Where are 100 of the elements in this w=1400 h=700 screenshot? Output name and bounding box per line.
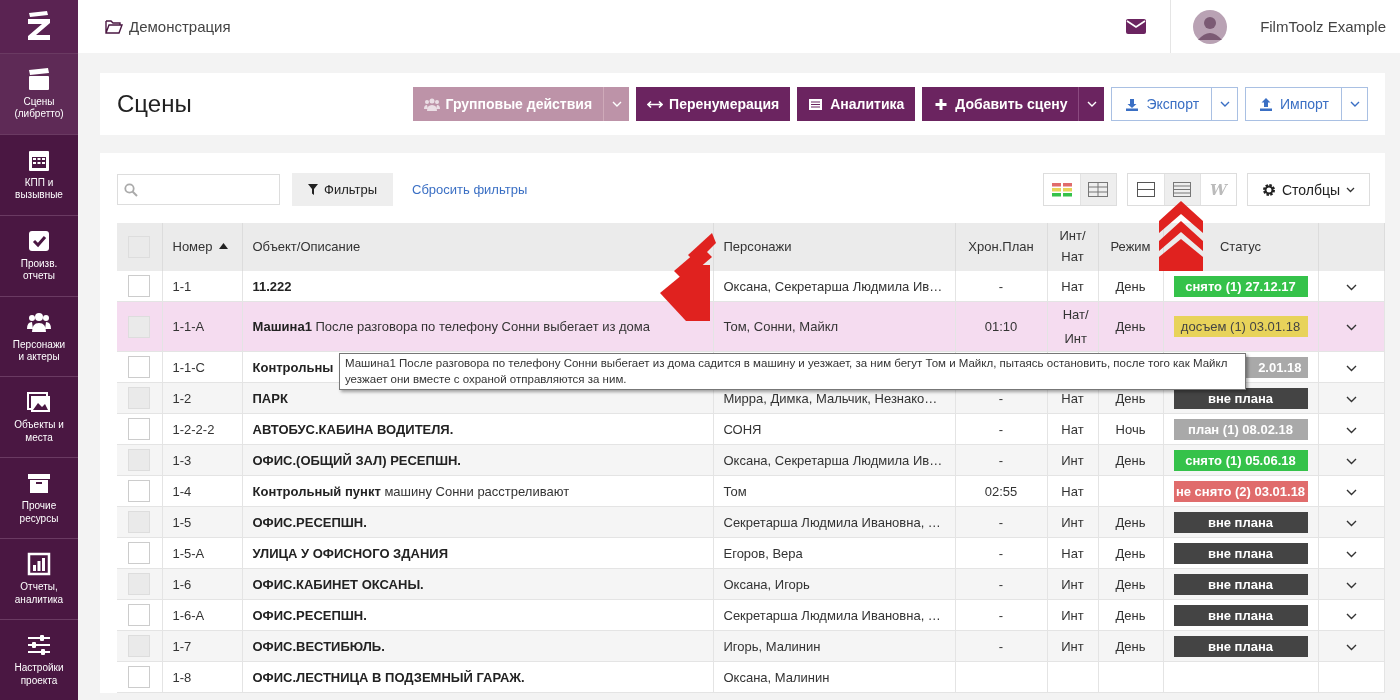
scene-number: 1-1-A (172, 319, 205, 334)
expand-caret-icon[interactable] (1345, 426, 1357, 434)
project-link[interactable]: Демонстрация (105, 18, 231, 35)
row-checkbox[interactable] (128, 635, 150, 657)
sidebar-item[interactable]: Отчеты, аналитика (0, 538, 78, 620)
int-ext-text: Нат/ Инт (1061, 306, 1090, 348)
avatar-icon[interactable] (1193, 9, 1228, 44)
expand-caret-icon[interactable] (1345, 643, 1357, 651)
sidebar-item[interactable]: Персонажи и актеры (0, 295, 78, 377)
folder-icon (105, 19, 123, 34)
sort-up-icon[interactable] (218, 242, 228, 249)
status-badge: вне плана (1173, 511, 1308, 533)
scene-description: ПАРК (252, 390, 288, 406)
expand-caret-icon[interactable] (1345, 488, 1357, 496)
columns-button[interactable]: Столбцы (1246, 173, 1370, 206)
expand-caret-icon[interactable] (1345, 519, 1357, 527)
sidebar-item[interactable]: Объекты и места (0, 376, 78, 458)
duration-text: - (998, 607, 1004, 623)
characters-text: Игорь, Малинин (723, 638, 821, 654)
table-view-button[interactable] (1079, 174, 1116, 205)
search-field[interactable] (117, 174, 280, 205)
scene-number: 1-5 (172, 514, 192, 530)
scene-description: АВТОБУС.КАБИНА ВОДИТЕЛЯ. (252, 421, 454, 437)
expand-caret-icon[interactable] (1345, 581, 1357, 589)
renumber-button[interactable]: Перенумерация (636, 87, 791, 121)
table-row[interactable]: 1-6 ОФИС.КАБИНЕТ ОКСАНЫ. Оксана, Игорь - Инт День вне плана (117, 568, 1385, 600)
int-ext-text: Нат (1061, 421, 1084, 437)
row-checkbox[interactable] (128, 449, 150, 471)
status-badge: не снято (2) 03.01.18 (1173, 480, 1308, 502)
status-badge: снято (1) 05.06.18 (1173, 449, 1308, 471)
row-checkbox[interactable] (128, 604, 150, 626)
column-header[interactable]: Объект/Описание (252, 236, 361, 258)
scene-description: Машина1 После разговора по телефону Сонни выбегает из дома (252, 319, 650, 334)
expand-caret-icon[interactable] (1345, 550, 1357, 558)
list-icon (808, 97, 825, 111)
add-button[interactable]: Добавить сцену (922, 87, 1079, 121)
wide-rows-icon (1136, 182, 1155, 197)
row-checkbox[interactable] (128, 666, 150, 688)
import-button[interactable]: Импорт (1245, 87, 1342, 121)
expand-caret-icon[interactable] (1345, 364, 1357, 372)
characters-text: Секретарша Людмила Ивановна, … (723, 607, 941, 623)
caret-icon (1219, 101, 1230, 107)
expand-caret-icon[interactable] (1345, 283, 1357, 291)
compact-row-view-button[interactable] (1163, 174, 1200, 205)
table-row[interactable]: 1-2-2-2 АВТОБУС.КАБИНА ВОДИТЕЛЯ. СОНЯ - Нат Ночь план (1) 08.02.18 (117, 413, 1385, 445)
scene-description: Контрольный пункт машину Сонни расстреливают (252, 483, 570, 499)
row-checkbox[interactable] (128, 480, 150, 502)
duration-text: - (998, 545, 1004, 561)
caret-icon (1086, 101, 1097, 107)
sidebar-item[interactable]: Сцены (либретто) (0, 52, 78, 134)
expand-caret-icon[interactable] (1345, 457, 1357, 465)
bar-chart-icon (26, 552, 52, 577)
table-row[interactable]: 1-6-A ОФИС.РЕСЕПШН. Секретарша Людмила Ивановна, … - Инт День вне плана (117, 599, 1385, 631)
gear-icon (1261, 182, 1276, 197)
row-checkbox[interactable] (128, 387, 150, 409)
row-checkbox[interactable] (128, 356, 150, 378)
row-checkbox[interactable] (128, 573, 150, 595)
dropdown-caret-button[interactable] (1078, 87, 1105, 121)
time-of-day-text: День (1115, 545, 1146, 561)
time-of-day-text: День (1115, 452, 1146, 468)
row-checkbox[interactable] (128, 275, 150, 297)
filters-button[interactable]: Фильтры (292, 173, 393, 206)
sidebar-item[interactable]: КПП и вызывные (0, 133, 78, 215)
table-row[interactable]: 1-1-A Машина1 После разговора по телефону Сонни выбегает из дома Том, Сонни, Майкл 01:10 Нат/ Инт День досъем (1) 03.01.18 (117, 301, 1385, 352)
table-row[interactable]: 1-4 Контрольный пункт машину Сонни расстреливают Том 02:55 Нат не снято (2) 03.01.18 (117, 475, 1385, 507)
scene-description: ОФИС.КАБИНЕТ ОКСАНЫ. (252, 576, 424, 592)
characters-text: Том (723, 483, 747, 499)
row-checkbox[interactable] (128, 511, 150, 533)
expand-caret-icon[interactable] (1345, 612, 1357, 620)
sidebar-item[interactable]: Прочие ресурсы (0, 457, 78, 539)
user-name[interactable]: FilmToolz Example (1260, 18, 1386, 35)
int-ext-text: Инт (1061, 607, 1084, 623)
analytics-button[interactable]: Аналитика (797, 87, 916, 121)
mail-icon[interactable] (1126, 19, 1147, 34)
expand-caret-icon[interactable] (1345, 324, 1357, 331)
sidebar-item[interactable]: Произв. отчеты (0, 214, 78, 296)
row-checkbox[interactable] (128, 542, 150, 564)
logo-icon[interactable] (0, 0, 78, 53)
row-checkbox[interactable] (128, 418, 150, 440)
export-button[interactable]: Экспорт (1111, 87, 1213, 121)
characters-text: Оксана, Секретарша Людмила Ив… (723, 452, 943, 468)
reset-filters-link[interactable]: Сбросить фильтры (412, 182, 528, 197)
int-ext-text: Нат (1061, 545, 1084, 561)
table-row[interactable]: 1-7 ОФИС.ВЕСТИБЮЛЬ. Игорь, Малинин - Инт День вне плана (117, 630, 1385, 662)
column-header[interactable]: Персонажи (723, 236, 792, 258)
table-row[interactable]: 1-5 ОФИС.РЕСЕПШН. Секретарша Людмила Ивановна, … - Инт День вне плана (117, 506, 1385, 538)
row-checkbox[interactable] (128, 315, 150, 338)
table-row[interactable]: 1-5-A УЛИЦА У ОФИСНОГО ЗДАНИЯ Егоров, Вера - Нат День вне плана (117, 537, 1385, 569)
filter-icon (308, 184, 318, 195)
table-row[interactable]: 1-8 ОФИС.ЛЕСТНИЦА В ПОДЗЕМНЫЙ ГАРАЖ. Оксана, Малинин (117, 661, 1385, 693)
sidebar-item[interactable]: Настройки проекта (0, 619, 78, 700)
time-of-day-text: День (1115, 514, 1146, 530)
caret-icon (1349, 101, 1360, 107)
scene-number: 1-7 (172, 638, 192, 654)
column-header[interactable]: Статус (1219, 236, 1262, 258)
tooltip: Машина1 После разговора по телефону Сонни выбегает из дома садится в машину и уезжает, за ним бегут Том и Майкл, пытаясь остановить, после того как Майкл уезжает они вместе с охраной отправляются за ним. (339, 353, 1246, 391)
table-row[interactable]: 1-3 ОФИС.(ОБЩИЙ ЗАЛ) РЕСЕПШН. Оксана, Секретарша Людмила Ив… - Инт День снято (1) 05.06.18 (117, 444, 1385, 476)
time-of-day-text: Ночь (1115, 421, 1146, 437)
compact-rows-icon (1173, 182, 1192, 197)
expand-caret-icon[interactable] (1345, 395, 1357, 403)
